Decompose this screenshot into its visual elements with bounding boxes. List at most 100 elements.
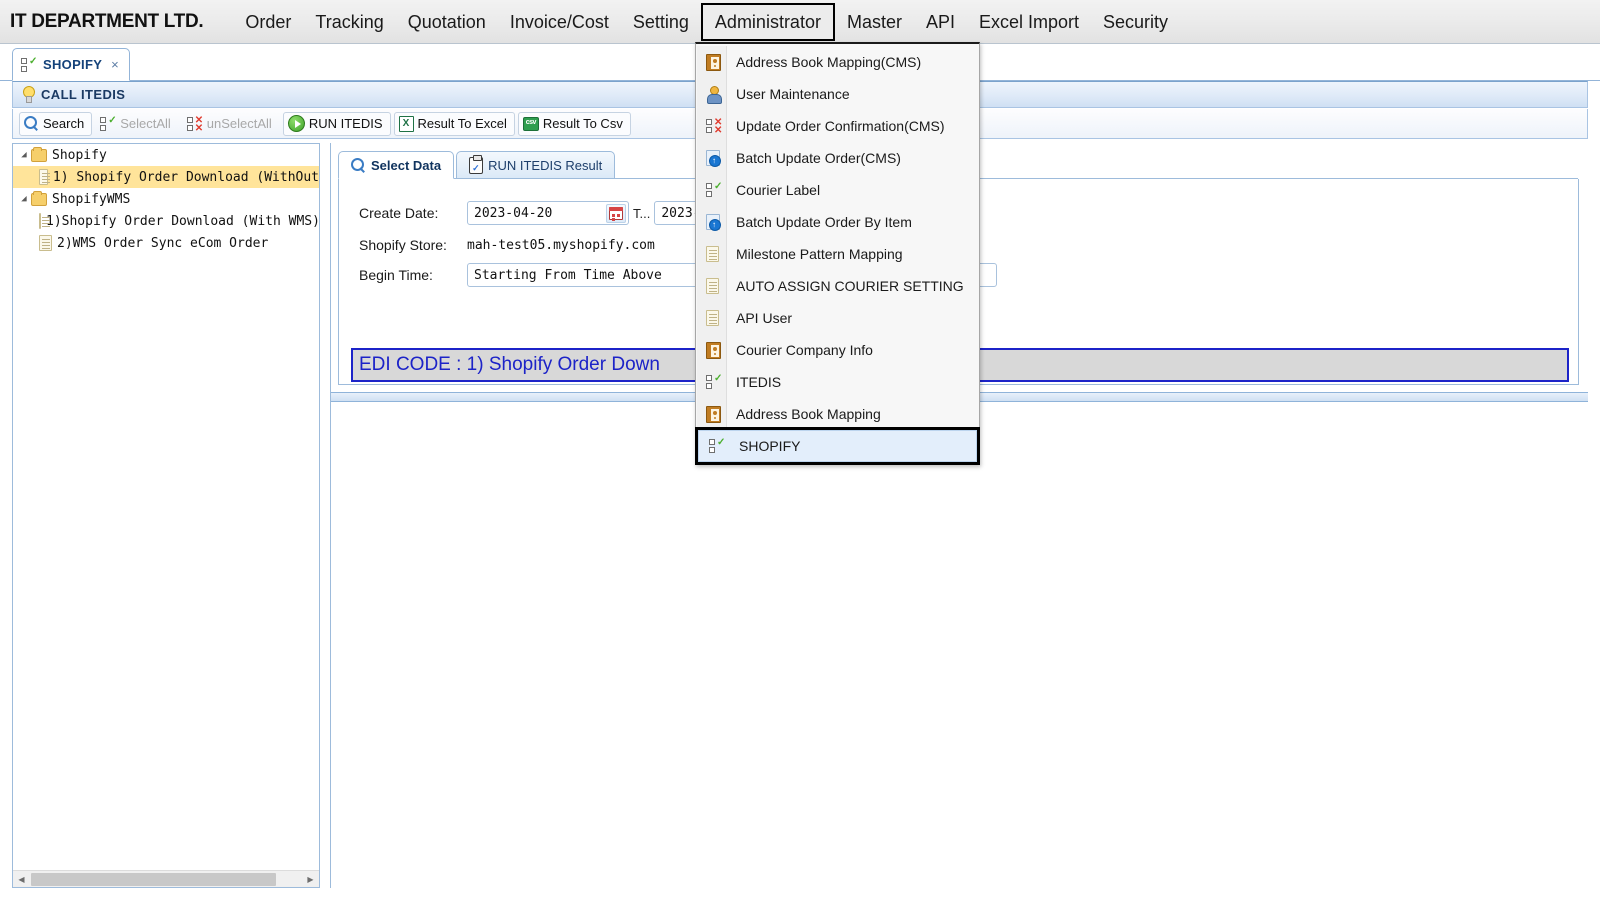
- tree-folder-node[interactable]: ◢ Shopify: [13, 144, 319, 166]
- grid-green-check-icon: ✓: [100, 115, 117, 132]
- toolbar-button-label: Search: [43, 116, 85, 131]
- tree-folder-node[interactable]: ◢ ShopifyWMS: [13, 188, 319, 210]
- menu-option-label: Address Book Mapping(CMS): [736, 54, 922, 70]
- toolbar-button-label: unSelectAll: [206, 116, 272, 131]
- document-icon: [39, 213, 50, 229]
- menu-item-api[interactable]: API: [914, 3, 967, 41]
- tree-node-label: 1)Shopify Order Download (With WMS): [46, 213, 319, 229]
- document-tab-label: SHOPIFY: [43, 57, 103, 72]
- menu-option-icon-wrap: ✓: [704, 372, 724, 392]
- menu-option-batch-update-order-cms[interactable]: ↑ Batch Update Order(CMS): [696, 142, 979, 174]
- menu-option-api-user[interactable]: API User: [696, 302, 979, 334]
- menu-option-user-maintenance[interactable]: User Maintenance: [696, 78, 979, 110]
- user-icon: [706, 86, 722, 104]
- menu-option-auto-assign-courier-setting[interactable]: AUTO ASSIGN COURIER SETTING: [696, 270, 979, 302]
- date-range-separator: T...: [633, 205, 651, 221]
- menu-option-label: Address Book Mapping: [736, 406, 881, 422]
- edi-code-text: EDI CODE : 1) Shopify Order Down: [359, 354, 660, 375]
- toolbar-button-result-to-csv[interactable]: Result To Csv: [517, 111, 631, 136]
- menu-option-itedis[interactable]: ✓ ITEDIS: [696, 366, 979, 398]
- menu-item-quotation[interactable]: Quotation: [396, 3, 498, 41]
- menu-option-icon-wrap: ✕ ✕: [704, 116, 724, 136]
- menu-option-milestone-pattern-mapping[interactable]: Milestone Pattern Mapping: [696, 238, 979, 270]
- menu-option-icon-wrap: [704, 404, 724, 424]
- menu-item-order[interactable]: Order: [233, 3, 303, 41]
- toolbar-button-run-itedis[interactable]: RUN ITEDIS: [282, 111, 391, 136]
- document-icon: [39, 169, 50, 185]
- menu-option-label: Batch Update Order By Item: [736, 214, 912, 230]
- content-tab-select-data[interactable]: Select Data: [338, 151, 455, 179]
- menu-option-shopify[interactable]: ✓ SHOPIFY: [695, 427, 980, 465]
- calendar-picker-button[interactable]: [606, 204, 626, 223]
- company-brand-title: IT DEPARTMENT LTD.: [10, 10, 204, 32]
- menu-item-administrator[interactable]: Administrator: [700, 2, 835, 41]
- address-book-icon: [706, 54, 721, 71]
- edi-job-tree-panel: ◢ Shopify 1) Shopify Order Download (WithO…: [12, 143, 320, 888]
- tree-file-node[interactable]: 1) Shopify Order Download (WithOut: [13, 166, 319, 188]
- tree-horizontal-scrollbar[interactable]: ◀ ▶: [13, 870, 319, 887]
- close-icon[interactable]: ×: [108, 57, 119, 72]
- tree-file-node[interactable]: 1)Shopify Order Download (With WMS): [13, 210, 319, 232]
- address-book-icon: [706, 342, 721, 359]
- toolbar-button-label: RUN ITEDIS: [308, 116, 383, 131]
- menu-option-icon-wrap: ↑: [704, 212, 724, 232]
- menu-option-courier-company-info[interactable]: Courier Company Info: [696, 334, 979, 366]
- folder-icon: [31, 146, 47, 162]
- toolbar-button-search[interactable]: Search: [19, 111, 93, 136]
- menu-option-address-book-mapping[interactable]: Address Book Mapping: [696, 398, 979, 430]
- menu-option-courier-label[interactable]: ✓ Courier Label: [696, 174, 979, 206]
- create-date-from-value: 2023-04-20: [474, 205, 553, 221]
- play-icon: [287, 115, 305, 132]
- page-upload-icon: ↑: [706, 214, 721, 231]
- toolbar-button-label: Result To Excel: [417, 116, 507, 131]
- menu-option-label: User Maintenance: [736, 86, 850, 102]
- menu-option-label: SHOPIFY: [739, 438, 801, 454]
- content-tab-label: Select Data: [371, 157, 442, 173]
- lightbulb-icon: [21, 86, 35, 103]
- menu-item-excel-import[interactable]: Excel Import: [967, 3, 1091, 41]
- document-icon: [706, 310, 719, 326]
- grid-red-x-icon: ✕ ✕: [186, 115, 203, 133]
- shopify-store-label: Shopify Store:: [359, 237, 447, 253]
- grid-green-check-icon: ✓: [706, 182, 722, 198]
- menu-item-list: Order Tracking Quotation Invoice/Cost Settin…: [233, 0, 1180, 44]
- search-icon: [351, 157, 366, 173]
- menu-option-icon-wrap: [704, 244, 724, 264]
- scrollbar-thumb[interactable]: [31, 872, 276, 886]
- menu-option-icon-wrap: [704, 340, 724, 360]
- tree-scroll-area: ◢ Shopify 1) Shopify Order Download (WithO…: [13, 144, 319, 870]
- result-grid-area: [331, 402, 1588, 888]
- menu-option-address-book-mapping-cms[interactable]: Address Book Mapping(CMS): [696, 46, 979, 78]
- menu-option-label: Update Order Confirmation(CMS): [736, 118, 945, 134]
- menu-option-update-order-confirmation-cms[interactable]: ✕ ✕ Update Order Confirmation(CMS): [696, 110, 979, 142]
- tree-node-label: ShopifyWMS: [52, 191, 131, 207]
- search-icon: [24, 116, 39, 131]
- document-tab-shopify[interactable]: ✓ SHOPIFY ×: [12, 48, 131, 81]
- toolbar-button-label: SelectAll: [120, 116, 171, 131]
- expand-collapse-icon[interactable]: ◢: [17, 194, 31, 204]
- content-tab-run-itedis-result[interactable]: ✓ RUN ITEDIS Result: [456, 151, 616, 179]
- menu-item-setting[interactable]: Setting: [621, 3, 701, 41]
- scroll-left-arrow-icon[interactable]: ◀: [13, 871, 30, 887]
- tree-node-label: 1) Shopify Order Download (WithOut: [52, 169, 319, 185]
- menu-item-security[interactable]: Security: [1091, 3, 1180, 41]
- administrator-dropdown-menu: Address Book Mapping(CMS) User Maintenanc…: [695, 42, 980, 465]
- expand-collapse-icon[interactable]: ◢: [17, 150, 31, 160]
- menu-option-label: Courier Company Info: [736, 342, 873, 358]
- menu-option-icon-wrap: ✓: [704, 180, 724, 200]
- clipboard-check-icon: ✓: [469, 154, 484, 174]
- create-date-label: Create Date:: [359, 205, 439, 221]
- scroll-right-arrow-icon[interactable]: ▶: [302, 871, 319, 887]
- tree-file-node[interactable]: 2)WMS Order Sync eCom Order: [13, 232, 319, 254]
- document-icon: [39, 235, 52, 251]
- menu-item-master[interactable]: Master: [835, 3, 914, 41]
- menu-item-tracking[interactable]: Tracking: [303, 3, 395, 41]
- document-icon: [706, 246, 719, 262]
- csv-icon: [522, 116, 539, 131]
- menu-option-batch-update-order-by-item[interactable]: ↑ Batch Update Order By Item: [696, 206, 979, 238]
- menu-option-label: Batch Update Order(CMS): [736, 150, 901, 166]
- menu-option-icon-wrap: ↑: [704, 148, 724, 168]
- create-date-from-input[interactable]: 2023-04-20: [467, 201, 629, 225]
- menu-item-invoice-cost[interactable]: Invoice/Cost: [498, 3, 621, 41]
- toolbar-button-result-to-excel[interactable]: Result To Excel: [393, 111, 515, 136]
